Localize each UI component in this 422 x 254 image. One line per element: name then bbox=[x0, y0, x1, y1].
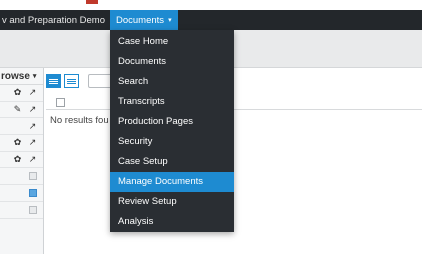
menu-item-case-setup[interactable]: Case Setup bbox=[110, 152, 234, 172]
gear-icon[interactable]: ✿ bbox=[13, 137, 22, 148]
chevron-down-icon: ▾ bbox=[168, 17, 172, 24]
menu-item-security[interactable]: Security bbox=[110, 131, 234, 151]
menu-item-manage-documents[interactable]: Manage Documents bbox=[110, 171, 234, 192]
gear-icon[interactable]: ✿ bbox=[13, 154, 22, 165]
checkbox-blue-icon[interactable] bbox=[29, 188, 37, 197]
checkbox-grey-icon[interactable] bbox=[29, 205, 37, 214]
external-link-icon[interactable]: ↗ bbox=[28, 154, 37, 165]
external-link-icon[interactable]: ↗ bbox=[28, 87, 37, 98]
browse-panel: rowse ▾ ✿ ↗ ✎ ↗ ↗ ✿ ↗ ✿ ↗ bbox=[0, 68, 44, 254]
browse-row[interactable] bbox=[0, 202, 43, 219]
menu-item-transcripts[interactable]: Transcripts bbox=[110, 91, 234, 111]
checkbox-grey-icon[interactable] bbox=[29, 172, 37, 181]
external-link-icon[interactable]: ↗ bbox=[28, 137, 37, 148]
browse-row[interactable]: ✿ ↗ bbox=[0, 135, 43, 152]
case-title[interactable]: v and Preparation Demo bbox=[0, 15, 105, 26]
menu-item-review-setup[interactable]: Review Setup bbox=[110, 192, 234, 212]
list-view-button[interactable] bbox=[46, 74, 61, 88]
results-grid-header bbox=[46, 94, 422, 110]
menu-item-case-home[interactable]: Case Home bbox=[110, 31, 234, 51]
menu-item-search[interactable]: Search bbox=[110, 71, 234, 91]
browse-row[interactable]: ↗ bbox=[0, 118, 43, 136]
menu-item-analysis[interactable]: Analysis bbox=[110, 212, 234, 232]
chevron-down-icon: ▾ bbox=[32, 73, 37, 80]
browse-row[interactable]: ✿ ↗ bbox=[0, 152, 43, 169]
browse-row[interactable]: ✿ ↗ bbox=[0, 85, 43, 102]
browse-row[interactable] bbox=[0, 185, 43, 202]
documents-menu-label: Documents bbox=[116, 14, 165, 26]
brand-accent-mark bbox=[86, 0, 98, 4]
detail-view-button[interactable] bbox=[64, 74, 79, 88]
gear-icon[interactable]: ✿ bbox=[13, 87, 22, 98]
external-link-icon[interactable]: ↗ bbox=[28, 104, 37, 115]
menu-item-production-pages[interactable]: Production Pages bbox=[110, 111, 234, 131]
external-link-icon[interactable]: ↗ bbox=[28, 121, 37, 132]
edit-icon[interactable]: ✎ bbox=[13, 104, 22, 115]
browse-label: rowse bbox=[1, 70, 30, 82]
browse-dropdown[interactable]: rowse ▾ bbox=[0, 68, 43, 85]
browse-row[interactable]: ✎ ↗ bbox=[0, 102, 43, 119]
top-navbar: v and Preparation Demo | Documents ▾ bbox=[0, 10, 422, 30]
browse-row[interactable] bbox=[0, 168, 43, 186]
top-strip bbox=[0, 0, 422, 10]
no-results-message: No results fou bbox=[50, 115, 109, 126]
menu-item-documents[interactable]: Documents bbox=[110, 51, 234, 71]
view-toggle bbox=[46, 74, 79, 88]
documents-menu-button[interactable]: Documents ▾ bbox=[110, 10, 178, 30]
documents-dropdown-menu: Case Home Documents Search Transcripts P… bbox=[110, 30, 234, 232]
select-all-checkbox[interactable] bbox=[56, 98, 65, 107]
